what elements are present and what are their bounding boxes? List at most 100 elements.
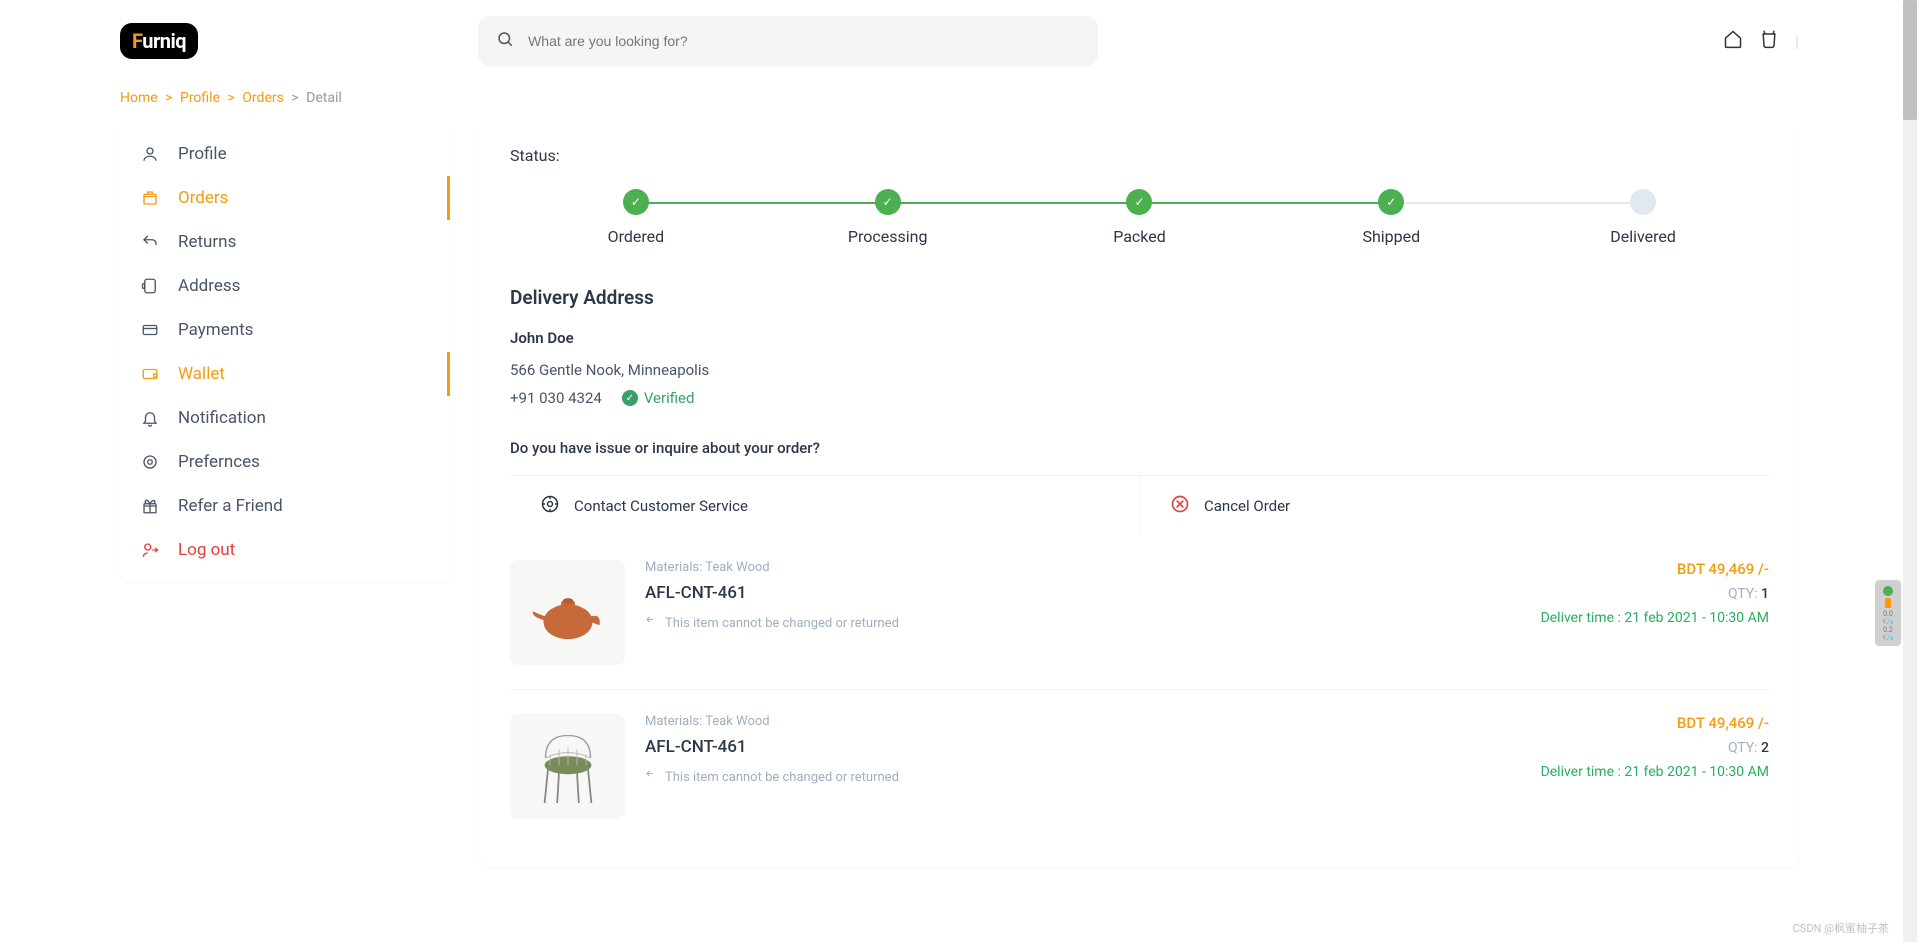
sidebar-item-label: Log out — [178, 540, 235, 560]
status-label: Status: — [510, 146, 1769, 165]
status-step-label: Packed — [1113, 227, 1166, 246]
status-dot-green-icon — [1883, 586, 1893, 596]
card-icon — [140, 321, 160, 339]
sidebar-item-label: Profile — [178, 144, 227, 164]
bell-icon — [140, 409, 160, 427]
item-qty: QTY: 2 — [1541, 740, 1769, 756]
logo-rest: urniq — [142, 29, 186, 53]
item-sku: AFL-CNT-461 — [645, 737, 1521, 757]
cancel-label: Cancel Order — [1204, 497, 1290, 515]
box-icon — [140, 189, 160, 207]
item-sku: AFL-CNT-461 — [645, 583, 1521, 603]
contact-support-button[interactable]: Contact Customer Service — [510, 476, 1140, 536]
user-icon — [140, 145, 160, 163]
sidebar-item-notification[interactable]: Notification — [120, 396, 450, 440]
return-icon — [140, 233, 160, 251]
logo-accent: F — [132, 29, 142, 53]
status-step-label: Ordered — [608, 227, 665, 246]
delivery-phone: +91 030 4324 — [510, 389, 602, 407]
return-icon — [645, 615, 657, 631]
status-step-packed: ✓ Packed — [1014, 189, 1266, 246]
breadcrumb-orders[interactable]: Orders — [242, 90, 284, 106]
check-icon: ✓ — [622, 390, 638, 406]
status-step-delivered: Delivered — [1517, 189, 1769, 246]
widget-unit2: K/s — [1877, 634, 1899, 642]
status-step-processing: ✓ Processing — [762, 189, 1014, 246]
search-box[interactable] — [478, 16, 1098, 66]
cancel-order-button[interactable]: Cancel Order — [1140, 476, 1769, 536]
breadcrumb-sep: > — [165, 90, 172, 106]
search-input[interactable] — [528, 33, 1080, 49]
scrollbar-thumb[interactable] — [1903, 0, 1917, 120]
cart-icon[interactable] — [1759, 29, 1779, 53]
item-price: BDT 49,469 /- — [1541, 714, 1769, 732]
verified-label: Verified — [644, 389, 695, 407]
delivery-name: John Doe — [510, 329, 1769, 347]
status-dot-icon: ✓ — [623, 189, 649, 215]
item-delivery: Deliver time : 21 feb 2021 - 10:30 AM — [1541, 610, 1769, 626]
status-dot-icon — [1630, 189, 1656, 215]
breadcrumb-sep: > — [291, 90, 298, 106]
header-actions: | — [1723, 29, 1799, 53]
sidebar-item-returns[interactable]: Returns — [120, 220, 450, 264]
sidebar-item-label: Wallet — [178, 364, 225, 384]
breadcrumb-profile[interactable]: Profile — [180, 90, 220, 106]
status-dot-icon: ✓ — [875, 189, 901, 215]
return-icon — [645, 769, 657, 785]
inquiry-section: Do you have issue or inquire about your … — [510, 439, 1769, 536]
divider-icon: | — [1795, 32, 1799, 51]
sidebar-item-wallet[interactable]: Wallet — [120, 352, 450, 396]
sidebar-item-orders[interactable]: Orders — [120, 176, 450, 220]
sidebar-item-log-out[interactable]: Log out — [120, 528, 450, 572]
breadcrumb: Home > Profile > Orders > Detail — [0, 82, 1919, 122]
status-step-shipped: ✓ Shipped — [1265, 189, 1517, 246]
item-delivery: Deliver time : 21 feb 2021 - 10:30 AM — [1541, 764, 1769, 780]
map-icon — [140, 277, 160, 295]
sidebar-item-label: Prefernces — [178, 452, 260, 472]
sidebar-item-label: Refer a Friend — [178, 496, 283, 516]
wallet-icon — [140, 365, 160, 383]
status-track: ✓ Ordered ✓ Processing ✓ Packed ✓ Shipped Delive… — [510, 189, 1769, 246]
sidebar-item-address[interactable]: Address — [120, 264, 450, 308]
sidebar: Profile Orders Returns Address Payments Walle… — [120, 122, 450, 582]
inquiry-question: Do you have issue or inquire about your … — [510, 439, 1769, 457]
gear-icon — [140, 453, 160, 471]
sidebar-item-label: Returns — [178, 232, 236, 252]
order-item: Materials: Teak WoodAFL-CNT-461This item… — [510, 689, 1769, 843]
status-dot-icon: ✓ — [1126, 189, 1152, 215]
sidebar-item-profile[interactable]: Profile — [120, 132, 450, 176]
breadcrumb-sep: > — [227, 90, 234, 106]
delivery-title: Delivery Address — [510, 286, 1769, 309]
search-container — [478, 16, 1098, 66]
watermark: CSDN @枫蜜柚子茶 — [1793, 920, 1889, 936]
item-price: BDT 49,469 /- — [1541, 560, 1769, 578]
gift-icon — [140, 497, 160, 515]
widget-val1: 0.0 — [1877, 610, 1899, 618]
status-step-label: Delivered — [1610, 227, 1676, 246]
item-materials: Materials: Teak Wood — [645, 560, 1521, 575]
sidebar-item-payments[interactable]: Payments — [120, 308, 450, 352]
status-step-label: Shipped — [1362, 227, 1420, 246]
logout-icon — [140, 541, 160, 559]
item-qty: QTY: 1 — [1541, 586, 1769, 602]
breadcrumb-home[interactable]: Home — [120, 90, 158, 106]
header: Furniq | — [0, 0, 1919, 82]
sidebar-item-label: Payments — [178, 320, 253, 340]
status-step-ordered: ✓ Ordered — [510, 189, 762, 246]
search-icon — [496, 30, 514, 52]
sidebar-item-refer-a-friend[interactable]: Refer a Friend — [120, 484, 450, 528]
product-image[interactable] — [510, 714, 625, 819]
product-image[interactable] — [510, 560, 625, 665]
home-icon[interactable] — [1723, 29, 1743, 53]
sidebar-item-label: Address — [178, 276, 240, 296]
contact-label: Contact Customer Service — [574, 497, 748, 515]
item-note: This item cannot be changed or returned — [645, 769, 1521, 785]
sidebar-item-prefernces[interactable]: Prefernces — [120, 440, 450, 484]
logo[interactable]: Furniq — [120, 23, 198, 59]
scrollbar[interactable] — [1903, 0, 1917, 942]
verified-badge: ✓ Verified — [622, 389, 695, 407]
status-step-label: Processing — [848, 227, 928, 246]
order-item: Materials: Teak WoodAFL-CNT-461This item… — [510, 536, 1769, 689]
status-dot-icon: ✓ — [1378, 189, 1404, 215]
main-panel: Status: ✓ Ordered ✓ Processing ✓ Packed ✓ Shipp… — [480, 122, 1799, 867]
